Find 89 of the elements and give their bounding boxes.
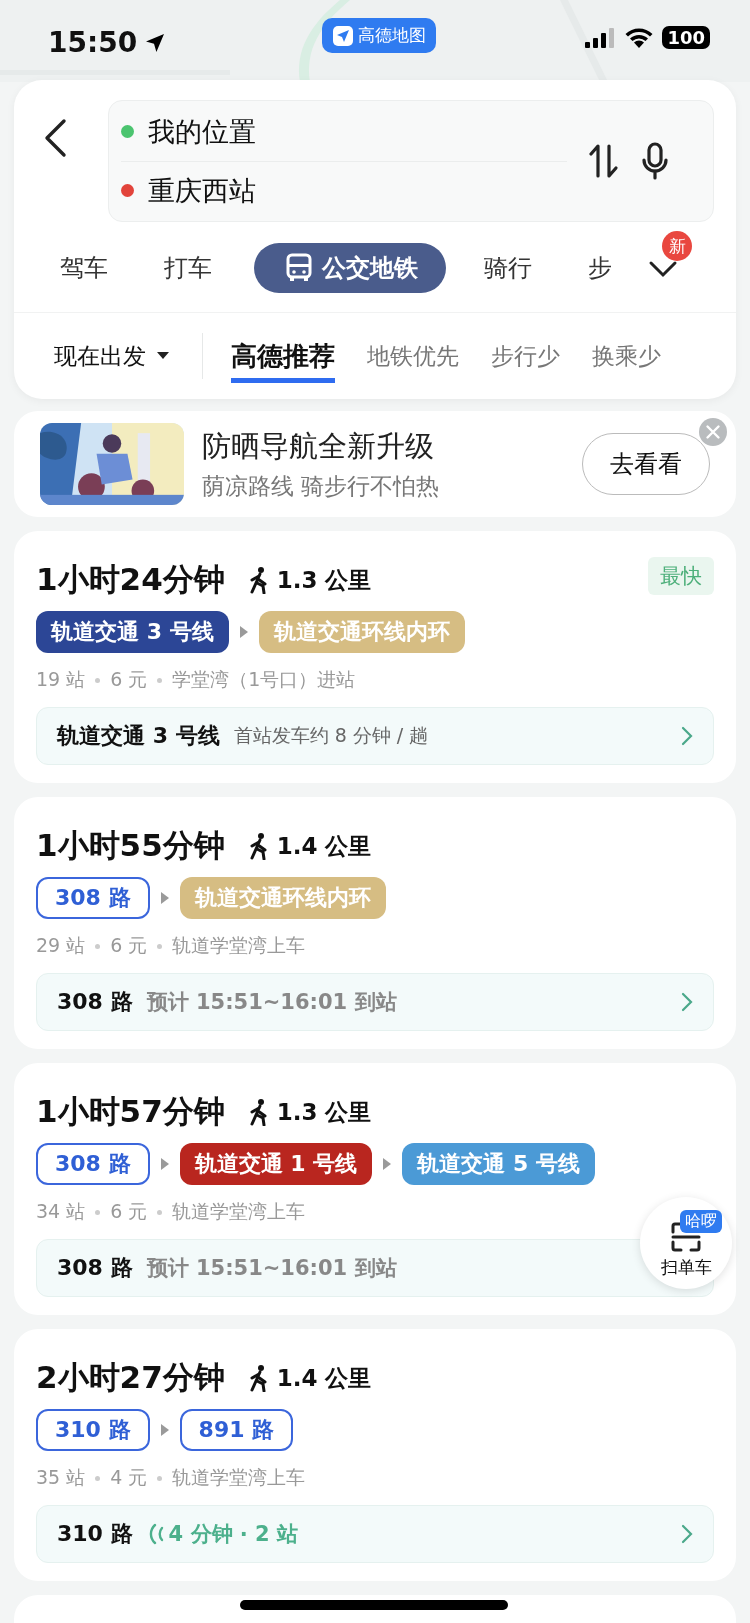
microphone-icon[interactable] (641, 142, 669, 180)
bus-line-chip: 891 路 (179, 1409, 294, 1451)
status-time: 15:50 (48, 26, 138, 59)
bus-line-chip: 308 路 (36, 877, 150, 919)
separator-dot (95, 677, 101, 683)
chevron-down-icon[interactable] (648, 259, 678, 279)
preference-tab[interactable]: 地铁优先 (367, 330, 459, 382)
line-name: 308 路 (57, 1254, 133, 1282)
route-info: 4 元 (110, 1465, 148, 1490)
paper-plane-icon (332, 24, 354, 47)
rail-line-chip: 轨道交通环线内环 (258, 611, 465, 653)
arrow-right-icon (238, 625, 249, 639)
banner-subtitle: 荫凉路线 骑步行不怕热 (202, 471, 441, 501)
signal-icon (584, 26, 617, 49)
fastest-tag: 最快 (648, 557, 714, 595)
mode-tab[interactable]: 步 (574, 243, 636, 293)
separator-dot (157, 1209, 163, 1215)
destination-dot (121, 184, 134, 197)
destination-field[interactable]: 重庆西站 (148, 172, 256, 209)
route-info: 轨道学堂湾上车 (172, 1465, 306, 1490)
back-to-app-pill[interactable]: 高德地图 (322, 18, 436, 53)
route-card[interactable]: 1小时55分钟 1.4 公里 308 路 轨道交通环线内环 29 站 6 元 轨道学堂湾上车 308 路 预计 15:51~16:01 到站 (14, 797, 736, 1049)
separator-dot (157, 677, 163, 683)
departure-note: 预计 15:51~16:01 到站 (146, 1255, 397, 1282)
rail-line-chip: 轨道交通 5 号线 (402, 1143, 595, 1185)
route-duration: 1小时24分钟 (36, 560, 225, 599)
brand-badge: 哈啰 (680, 1210, 722, 1233)
rail-line-chip: 轨道交通 1 号线 (179, 1143, 373, 1185)
preference-tab[interactable]: 换乘少 (592, 330, 661, 382)
route-duration: 2小时27分钟 (36, 1358, 225, 1397)
next-departure-row[interactable]: 308 路 预计 15:51~16:01 到站 (36, 973, 714, 1031)
separator-dot (95, 1475, 101, 1481)
walk-distance: 1.3 公里 (276, 1097, 372, 1127)
route-card[interactable]: 2小时27分钟 1.4 公里 310 路 891 路 35 站 4 元 轨道学堂湾上车 310 路 4 分钟 · 2 站 (14, 1329, 736, 1581)
banner-title: 防晒导航全新升级 (202, 427, 435, 465)
route-info: 轨道学堂湾上车 (172, 933, 306, 958)
arrow-right-icon (159, 891, 170, 905)
line-name: 轨道交通 3 号线 (57, 722, 220, 750)
walk-distance: 1.4 公里 (276, 831, 372, 861)
new-badge: 新 (662, 231, 692, 261)
arrow-right-icon (382, 1157, 393, 1171)
departure-note: 预计 15:51~16:01 到站 (146, 989, 397, 1016)
preference-tab[interactable]: 高德推荐 (231, 329, 335, 383)
route-info: 轨道学堂湾上车 (172, 1199, 306, 1224)
route-info: 19 站 (36, 667, 86, 692)
rail-line-chip: 轨道交通环线内环 (179, 877, 386, 919)
route-info: 学堂湾（1号口）进站 (172, 667, 356, 692)
walk-distance: 1.3 公里 (276, 565, 372, 595)
line-name: 310 路 (57, 1520, 133, 1548)
route-info: 6 元 (110, 667, 148, 692)
mode-tab[interactable]: 公交地铁 (254, 243, 446, 293)
depart-time-dropdown[interactable]: 现在出发 (54, 340, 170, 372)
route-duration: 1小时57分钟 (36, 1092, 225, 1131)
separator-dot (157, 943, 163, 949)
separator-dot (157, 1475, 163, 1481)
bus-line-chip: 308 路 (36, 1143, 150, 1185)
arrow-right-icon (159, 1157, 170, 1171)
preference-tab[interactable]: 步行少 (491, 330, 560, 382)
back-icon[interactable] (42, 118, 68, 158)
route-info: 6 元 (110, 933, 148, 958)
route-info: 35 站 (36, 1465, 86, 1490)
caret-icon (156, 351, 170, 361)
mode-tab[interactable]: 驾车 (46, 243, 132, 293)
bus-icon (284, 253, 314, 283)
route-card[interactable]: 1小时24分钟 1.3 公里 最快 轨道交通 3 号线 轨道交通环线内环 19 站 6 元 学堂湾（1号口）进站 轨道交通 3 号线 首站发车约 8 分钟 / 趟 (14, 531, 736, 783)
origin-field[interactable]: 我的位置 (148, 113, 256, 150)
route-info: 29 站 (36, 933, 86, 958)
departure-note: 4 分钟 · 2 站 (168, 1521, 299, 1548)
route-input-panel[interactable]: 我的位置 重庆西站 (108, 100, 714, 222)
next-departure-row[interactable]: 轨道交通 3 号线 首站发车约 8 分钟 / 趟 (36, 707, 714, 765)
separator-dot (95, 943, 101, 949)
route-duration: 1小时55分钟 (36, 826, 225, 865)
walk-distance: 1.4 公里 (276, 1363, 372, 1393)
bus-line-chip: 310 路 (36, 1409, 150, 1451)
swap-icon[interactable] (589, 143, 619, 179)
line-name: 308 路 (57, 988, 133, 1016)
route-info: 6 元 (110, 1199, 148, 1224)
battery-level: 100 (662, 26, 710, 49)
separator-dot (95, 1209, 101, 1215)
wifi-icon (624, 26, 655, 49)
promo-banner[interactable]: 防晒导航全新升级 荫凉路线 骑步行不怕热 去看看 (14, 411, 736, 517)
arrow-right-icon (159, 1423, 170, 1437)
origin-dot (121, 125, 134, 138)
mode-tab[interactable]: 打车 (150, 243, 236, 293)
mode-tab[interactable]: 骑行 (470, 243, 556, 293)
route-info: 34 站 (36, 1199, 86, 1224)
next-departure-row[interactable]: 310 路 4 分钟 · 2 站 (36, 1505, 714, 1563)
departure-note: 首站发车约 8 分钟 / 趟 (233, 723, 429, 748)
rail-line-chip: 轨道交通 3 号线 (36, 611, 229, 653)
